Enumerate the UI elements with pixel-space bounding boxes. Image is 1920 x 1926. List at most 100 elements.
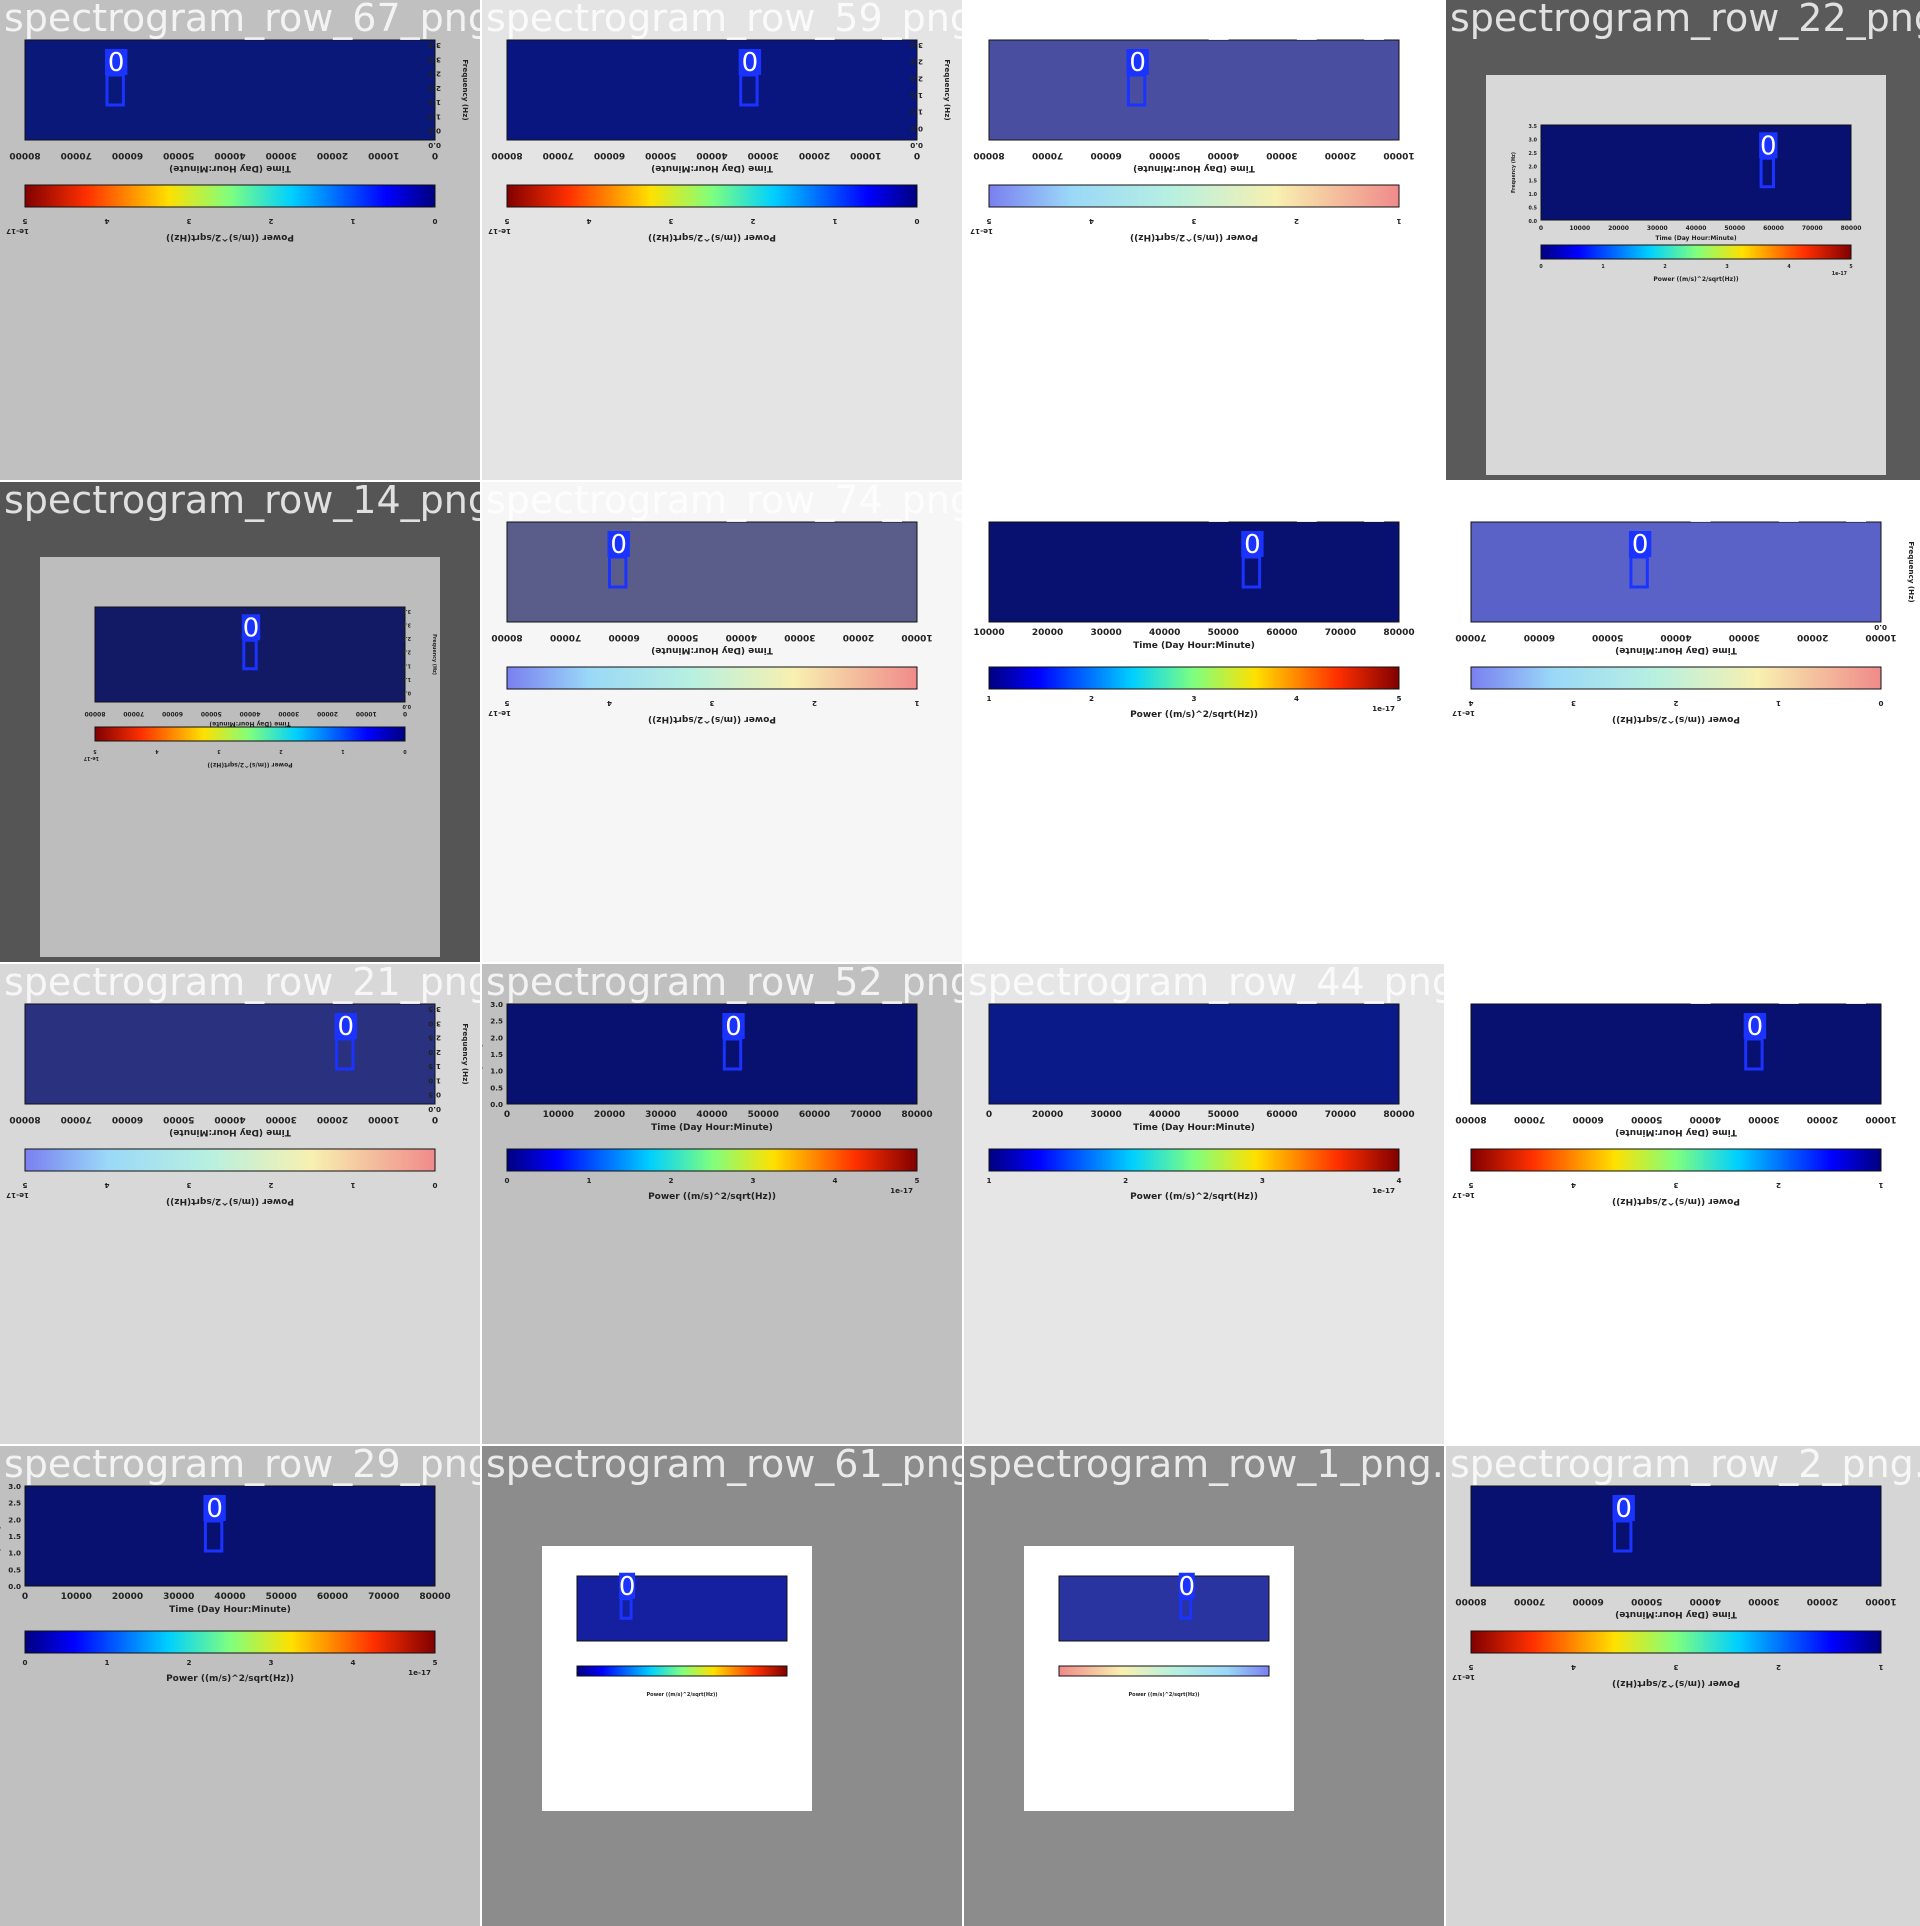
x-tick-label: 60000	[1524, 632, 1555, 642]
colorbar-exponent: 1e-17	[408, 1668, 431, 1677]
colorbar-tick-label: 2	[186, 1658, 191, 1667]
colorbar-tick-label: 2	[1776, 1663, 1781, 1672]
x-tick-label: 0	[22, 1592, 28, 1602]
y-tick-label: 2.5	[403, 635, 412, 641]
colorbar-tick-label: 2	[268, 217, 273, 226]
colorbar-tick-label: 2	[268, 1181, 273, 1190]
y-tick-label: 1.0	[1529, 192, 1538, 198]
colorbar-tick-label: 5	[504, 699, 509, 708]
y-tick-label: 2.5	[8, 1499, 21, 1508]
x-tick-label: 30000	[748, 150, 779, 160]
colorbar-tick-label: 1	[341, 748, 344, 754]
spectrogram-tile: 80000 70000 60000 50000 40000 30000 20000 10000…	[964, 0, 1444, 480]
x-tick-label: 40000	[696, 1110, 727, 1120]
x-tick-label: 20000	[843, 632, 874, 642]
spectrogram-tile: 80000 70000 60000 50000 40000 30000 20000 10000…	[482, 0, 962, 480]
colorbar-tick-label: 2	[812, 699, 817, 708]
colorbar-tick-label: 4	[832, 1176, 837, 1185]
x-tick-label: 70000	[1455, 632, 1486, 642]
spectrogram-figure: 10000 20000 30000 40000 50000 60000 70000 80000…	[964, 482, 1444, 962]
colorbar-tick-label: 1	[586, 1176, 591, 1185]
x-tick-label: 70000	[1325, 628, 1356, 638]
x-tick-label: 80000	[1455, 1114, 1486, 1124]
x-tick-label: 40000	[726, 632, 757, 642]
colorbar-label: Power ((m/s)^2/sqrt(Hz))	[1128, 1692, 1199, 1698]
colorbar-tick-label: 3	[1725, 264, 1728, 270]
colorbar-label: Power ((m/s)^2/sqrt(Hz))	[166, 1674, 294, 1684]
colorbar	[24, 1630, 436, 1654]
x-tick-label: 20000	[1797, 632, 1828, 642]
spectrogram-plot	[506, 1003, 918, 1105]
x-tick-label: 60000	[162, 710, 183, 717]
colorbar	[1470, 666, 1882, 690]
spectrogram-figure: 80000 70000 60000 50000 40000 30000 20000 10000…	[482, 0, 962, 480]
y-tick-label: 0.0	[1874, 623, 1887, 632]
spectrogram-tile: Power ((m/s)^2/sqrt(Hz)) 0 spectrogram_row…	[482, 1446, 962, 1926]
x-tick-label: 60000	[594, 150, 625, 160]
x-tick-label: 30000	[1647, 225, 1668, 232]
colorbar	[576, 1665, 788, 1677]
y-tick-label: 0.5	[910, 124, 923, 133]
colorbar-label: Power ((m/s)^2/sqrt(Hz))	[166, 1196, 294, 1206]
y-tick-label: 0.5	[1529, 205, 1538, 211]
spectrogram-tile: 80000 70000 60000 50000 40000 30000 20000 10000…	[0, 0, 480, 480]
colorbar	[506, 184, 918, 208]
colorbar-exponent: 1e-17	[1452, 1191, 1475, 1200]
spectrogram-plot	[24, 1485, 436, 1587]
y-tick-label: 1.0	[428, 1076, 441, 1085]
y-tick-label: 3.0	[402, 622, 411, 628]
x-tick-label: 20000	[1807, 1596, 1838, 1606]
x-tick-label: 20000	[1325, 150, 1356, 160]
colorbar-exponent: 1e-17	[890, 1186, 913, 1195]
y-tick-label: 0.5	[428, 127, 441, 136]
x-tick-label: 70000	[1032, 150, 1063, 160]
x-tick-label: 40000	[1208, 150, 1239, 160]
y-tick-label: 3.5	[428, 41, 441, 50]
colorbar	[506, 1148, 918, 1172]
colorbar-tick-label: 0	[504, 1176, 509, 1185]
x-tick-label: 80000	[491, 150, 522, 160]
y-tick-label: 1.0	[402, 676, 411, 682]
colorbar-tick-label: 4	[607, 699, 612, 708]
y-tick-label: 2.0	[8, 1515, 21, 1524]
y-axis-label: Frequency (Hz)	[431, 634, 437, 675]
spectrogram-figure: 80000 70000 60000 50000 40000 30000 20000 10000…	[964, 0, 1444, 480]
colorbar	[988, 184, 1400, 208]
x-axis-label: Time (Day Hour:Minute)	[169, 163, 291, 173]
x-tick-label: 10000	[1383, 150, 1414, 160]
x-tick-label: 40000	[1149, 628, 1180, 638]
colorbar-label: Power ((m/s)^2/sqrt(Hz))	[166, 232, 294, 242]
x-tick-label: 60000	[1090, 150, 1121, 160]
colorbar-exponent: 1e-17	[1452, 1673, 1475, 1682]
y-tick-label: 1.5	[1529, 178, 1538, 184]
y-tick-label: 0.5	[8, 1565, 21, 1574]
y-tick-label: 2.5	[428, 70, 441, 79]
x-tick-label: 10000	[543, 1110, 574, 1120]
colorbar-tick-label: 1	[986, 694, 991, 703]
x-tick-label: 60000	[1572, 1114, 1603, 1124]
y-tick-label: 1.5	[910, 91, 923, 100]
colorbar	[988, 666, 1400, 690]
colorbar-exponent: 1e-17	[488, 709, 511, 718]
colorbar-tick-label: 3	[268, 1658, 273, 1667]
y-tick-label: 0.0	[428, 141, 441, 150]
x-tick-label: 60000	[1572, 1596, 1603, 1606]
spectrogram-tile: 0 10000 20000 30000 40000 50000 60000 70000 8000…	[0, 1446, 480, 1926]
x-tick-label: 50000	[266, 1592, 297, 1602]
x-tick-label: 80000	[419, 1592, 450, 1602]
colorbar-tick-label: 0	[432, 217, 437, 226]
colorbar-tick-label: 1	[986, 1176, 991, 1185]
x-tick-label: 40000	[240, 710, 261, 717]
spectrogram-tile: 70000 60000 50000 40000 30000 20000 10000 0.0 Ti…	[1446, 482, 1920, 962]
x-tick-label: 30000	[1090, 1110, 1121, 1120]
y-tick-label: 1.5	[428, 98, 441, 107]
colorbar-tick-label: 4	[1294, 694, 1299, 703]
colorbar-tick-label: 0	[22, 1658, 27, 1667]
x-tick-label: 20000	[112, 1592, 143, 1602]
x-tick-label: 60000	[608, 632, 639, 642]
colorbar-tick-label: 5	[93, 748, 96, 754]
spectrogram-tile: Power ((m/s)^2/sqrt(Hz)) 0 spectrogram_row…	[964, 1446, 1444, 1926]
x-tick-label: 80000	[1455, 1596, 1486, 1606]
x-tick-label: 70000	[61, 150, 92, 160]
colorbar-tick-label: 5	[432, 1658, 437, 1667]
